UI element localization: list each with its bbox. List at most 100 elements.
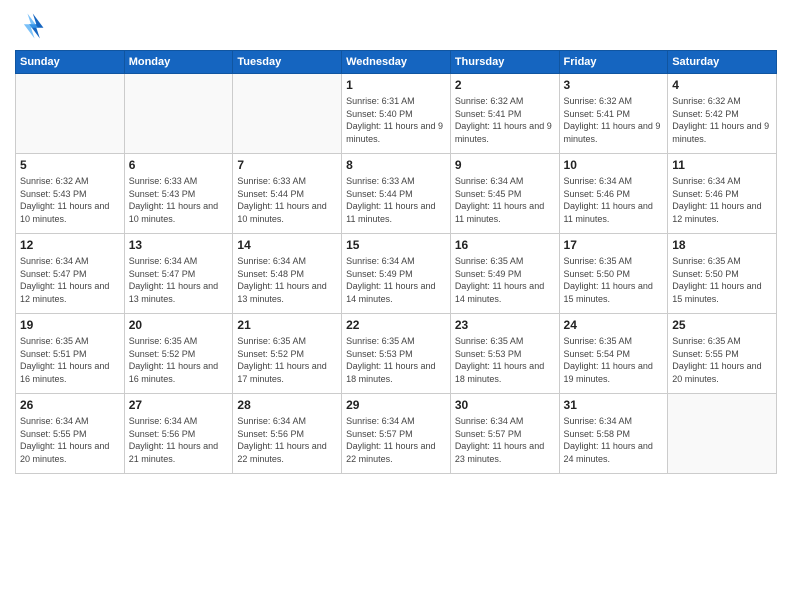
day-cell: 24Sunrise: 6:35 AM Sunset: 5:54 PM Dayli…: [559, 314, 668, 394]
day-number: 10: [564, 157, 664, 173]
day-info: Sunrise: 6:34 AM Sunset: 5:47 PM Dayligh…: [20, 255, 120, 305]
day-cell: 3Sunrise: 6:32 AM Sunset: 5:41 PM Daylig…: [559, 74, 668, 154]
weekday-friday: Friday: [559, 51, 668, 74]
day-info: Sunrise: 6:34 AM Sunset: 5:55 PM Dayligh…: [20, 415, 120, 465]
week-row-4: 19 Sunrise: 6:35 AM Sunset: 5:51 PM Dayli…: [16, 314, 777, 394]
day-cell: 11 Sunrise: 6:34 AM Sunset: 5:46 PM Dayli…: [668, 154, 777, 234]
day-number: 29: [346, 397, 446, 413]
day-number: 15: [346, 237, 446, 253]
day-cell: 26 Sunrise: 6:34 AM Sunset: 5:55 PM Dayli…: [16, 394, 125, 474]
day-cell: 17 Sunrise: 6:35 AM Sunset: 5:50 PM Dayli…: [559, 234, 668, 314]
weekday-thursday: Thursday: [450, 51, 559, 74]
day-number: 6: [129, 157, 229, 173]
day-info: Sunrise: 6:34 AM Sunset: 5:45 PM Dayligh…: [455, 175, 555, 225]
day-number: 1: [346, 77, 446, 93]
day-cell: 30 Sunrise: 6:34 AM Sunset: 5:57 PM Dayli…: [450, 394, 559, 474]
day-info: Sunrise: 6:35 AM Sunset: 5:49 PM Dayligh…: [455, 255, 555, 305]
day-cell: 5Sunrise: 6:32 AM Sunset: 5:43 PM Daylig…: [16, 154, 125, 234]
weekday-saturday: Saturday: [668, 51, 777, 74]
day-number: 8: [346, 157, 446, 173]
calendar-table: SundayMondayTuesdayWednesdayThursdayFrid…: [15, 50, 777, 474]
day-cell: 1 Sunrise: 6:31 AM Sunset: 5:40 PM Daylig…: [342, 74, 451, 154]
day-info: Sunrise: 6:34 AM Sunset: 5:56 PM Dayligh…: [237, 415, 337, 465]
day-cell: 27 Sunrise: 6:34 AM Sunset: 5:56 PM Dayli…: [124, 394, 233, 474]
day-cell: [124, 74, 233, 154]
day-number: 9: [455, 157, 555, 173]
day-cell: 9 Sunrise: 6:34 AM Sunset: 5:45 PM Daylig…: [450, 154, 559, 234]
day-number: 22: [346, 317, 446, 333]
day-info: Sunrise: 6:32 AM Sunset: 5:43 PM Dayligh…: [20, 175, 120, 225]
day-cell: 22Sunrise: 6:35 AM Sunset: 5:53 PM Dayli…: [342, 314, 451, 394]
day-cell: 23 Sunrise: 6:35 AM Sunset: 5:53 PM Dayli…: [450, 314, 559, 394]
day-cell: 4Sunrise: 6:32 AM Sunset: 5:42 PM Daylig…: [668, 74, 777, 154]
day-info: Sunrise: 6:35 AM Sunset: 5:50 PM Dayligh…: [564, 255, 664, 305]
day-cell: 2 Sunrise: 6:32 AM Sunset: 5:41 PM Daylig…: [450, 74, 559, 154]
day-cell: 6 Sunrise: 6:33 AM Sunset: 5:43 PM Daylig…: [124, 154, 233, 234]
weekday-wednesday: Wednesday: [342, 51, 451, 74]
day-info: Sunrise: 6:34 AM Sunset: 5:48 PM Dayligh…: [237, 255, 337, 305]
day-number: 26: [20, 397, 120, 413]
day-cell: [668, 394, 777, 474]
day-cell: 12Sunrise: 6:34 AM Sunset: 5:47 PM Dayli…: [16, 234, 125, 314]
week-row-1: 1 Sunrise: 6:31 AM Sunset: 5:40 PM Daylig…: [16, 74, 777, 154]
day-number: 14: [237, 237, 337, 253]
header: [15, 10, 777, 42]
week-row-3: 12Sunrise: 6:34 AM Sunset: 5:47 PM Dayli…: [16, 234, 777, 314]
day-number: 23: [455, 317, 555, 333]
logo: [15, 10, 51, 42]
week-row-2: 5Sunrise: 6:32 AM Sunset: 5:43 PM Daylig…: [16, 154, 777, 234]
day-number: 30: [455, 397, 555, 413]
day-cell: 31Sunrise: 6:34 AM Sunset: 5:58 PM Dayli…: [559, 394, 668, 474]
day-number: 18: [672, 237, 772, 253]
weekday-header-row: SundayMondayTuesdayWednesdayThursdayFrid…: [16, 51, 777, 74]
day-info: Sunrise: 6:33 AM Sunset: 5:44 PM Dayligh…: [346, 175, 446, 225]
day-info: Sunrise: 6:35 AM Sunset: 5:52 PM Dayligh…: [129, 335, 229, 385]
day-cell: 21Sunrise: 6:35 AM Sunset: 5:52 PM Dayli…: [233, 314, 342, 394]
day-number: 2: [455, 77, 555, 93]
day-number: 16: [455, 237, 555, 253]
day-number: 17: [564, 237, 664, 253]
day-cell: 20 Sunrise: 6:35 AM Sunset: 5:52 PM Dayli…: [124, 314, 233, 394]
day-number: 20: [129, 317, 229, 333]
page: SundayMondayTuesdayWednesdayThursdayFrid…: [0, 0, 792, 612]
day-info: Sunrise: 6:34 AM Sunset: 5:46 PM Dayligh…: [672, 175, 772, 225]
day-info: Sunrise: 6:34 AM Sunset: 5:57 PM Dayligh…: [346, 415, 446, 465]
day-cell: 18 Sunrise: 6:35 AM Sunset: 5:50 PM Dayli…: [668, 234, 777, 314]
day-info: Sunrise: 6:35 AM Sunset: 5:50 PM Dayligh…: [672, 255, 772, 305]
day-cell: 15 Sunrise: 6:34 AM Sunset: 5:49 PM Dayli…: [342, 234, 451, 314]
day-cell: 8 Sunrise: 6:33 AM Sunset: 5:44 PM Daylig…: [342, 154, 451, 234]
day-info: Sunrise: 6:32 AM Sunset: 5:41 PM Dayligh…: [564, 95, 664, 145]
day-number: 27: [129, 397, 229, 413]
day-number: 28: [237, 397, 337, 413]
day-info: Sunrise: 6:35 AM Sunset: 5:51 PM Dayligh…: [20, 335, 120, 385]
day-cell: 16 Sunrise: 6:35 AM Sunset: 5:49 PM Dayli…: [450, 234, 559, 314]
day-number: 19: [20, 317, 120, 333]
day-number: 24: [564, 317, 664, 333]
day-cell: [16, 74, 125, 154]
day-info: Sunrise: 6:32 AM Sunset: 5:41 PM Dayligh…: [455, 95, 555, 145]
day-info: Sunrise: 6:34 AM Sunset: 5:49 PM Dayligh…: [346, 255, 446, 305]
day-info: Sunrise: 6:34 AM Sunset: 5:47 PM Dayligh…: [129, 255, 229, 305]
day-cell: 7Sunrise: 6:33 AM Sunset: 5:44 PM Daylig…: [233, 154, 342, 234]
day-info: Sunrise: 6:35 AM Sunset: 5:53 PM Dayligh…: [455, 335, 555, 385]
day-info: Sunrise: 6:35 AM Sunset: 5:55 PM Dayligh…: [672, 335, 772, 385]
day-cell: 10 Sunrise: 6:34 AM Sunset: 5:46 PM Dayli…: [559, 154, 668, 234]
weekday-monday: Monday: [124, 51, 233, 74]
day-info: Sunrise: 6:31 AM Sunset: 5:40 PM Dayligh…: [346, 95, 446, 145]
day-info: Sunrise: 6:35 AM Sunset: 5:52 PM Dayligh…: [237, 335, 337, 385]
day-cell: 14 Sunrise: 6:34 AM Sunset: 5:48 PM Dayli…: [233, 234, 342, 314]
day-cell: 28 Sunrise: 6:34 AM Sunset: 5:56 PM Dayli…: [233, 394, 342, 474]
day-number: 13: [129, 237, 229, 253]
weekday-sunday: Sunday: [16, 51, 125, 74]
day-cell: [233, 74, 342, 154]
day-info: Sunrise: 6:34 AM Sunset: 5:46 PM Dayligh…: [564, 175, 664, 225]
day-info: Sunrise: 6:34 AM Sunset: 5:57 PM Dayligh…: [455, 415, 555, 465]
day-info: Sunrise: 6:33 AM Sunset: 5:44 PM Dayligh…: [237, 175, 337, 225]
week-row-5: 26 Sunrise: 6:34 AM Sunset: 5:55 PM Dayli…: [16, 394, 777, 474]
day-number: 31: [564, 397, 664, 413]
logo-icon: [15, 10, 47, 42]
day-info: Sunrise: 6:33 AM Sunset: 5:43 PM Dayligh…: [129, 175, 229, 225]
day-info: Sunrise: 6:34 AM Sunset: 5:56 PM Dayligh…: [129, 415, 229, 465]
day-cell: 13 Sunrise: 6:34 AM Sunset: 5:47 PM Dayli…: [124, 234, 233, 314]
day-number: 11: [672, 157, 772, 173]
